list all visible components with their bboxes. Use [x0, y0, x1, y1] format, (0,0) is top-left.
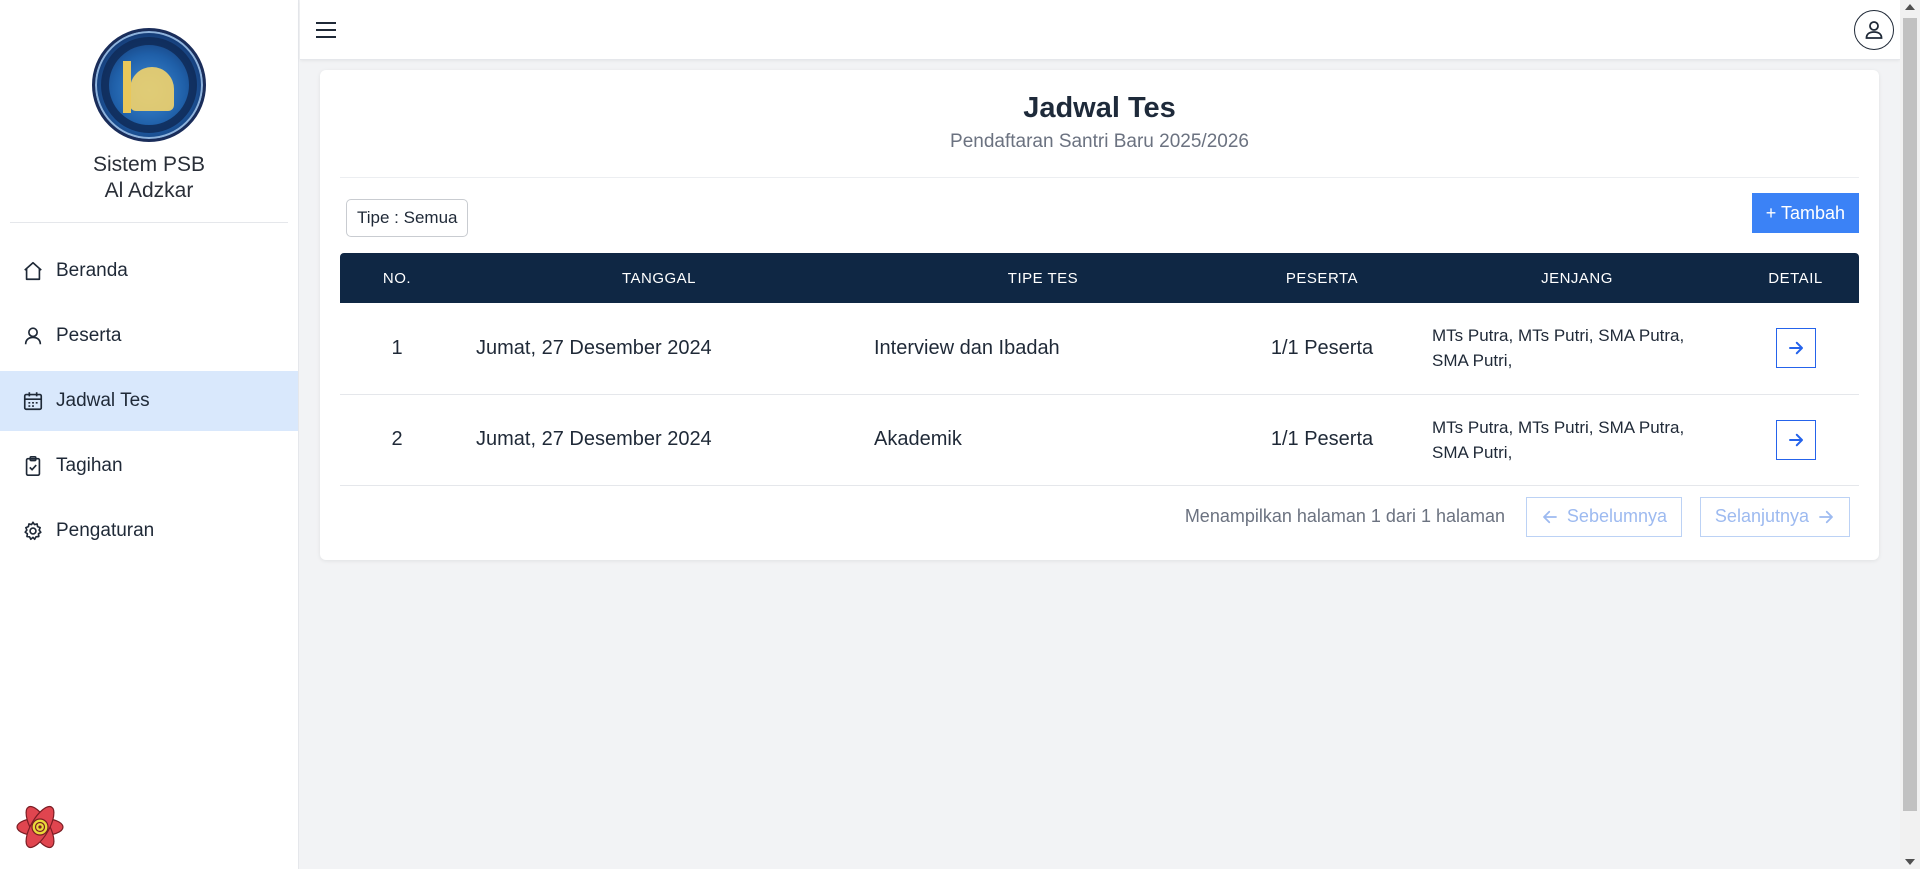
- table-row: 1 Jumat, 27 Desember 2024 Interview dan …: [340, 303, 1859, 394]
- pagination-info: Menampilkan halaman 1 dari 1 halaman: [1184, 505, 1505, 526]
- menu-icon[interactable]: [314, 18, 338, 42]
- cell-tipe-tes: Akademik: [874, 428, 962, 450]
- school-logo: [92, 28, 206, 142]
- sidebar: Sistem PSB Al Adzkar Beranda Peserta Jad…: [0, 0, 299, 869]
- column-header-peserta: PESERTA: [1285, 269, 1359, 287]
- schedule-table: NO. TANGGAL TIPE TES PESERTA JENJANG DET…: [340, 253, 1859, 486]
- scrollbar-thumb[interactable]: [1903, 18, 1917, 811]
- detail-button[interactable]: [1775, 328, 1816, 369]
- arrow-right-icon: [1819, 510, 1833, 523]
- sidebar-item-label: Jadwal Tes: [56, 390, 150, 411]
- brand-name: Sistem PSB Al Adzkar: [0, 152, 298, 204]
- arrow-left-icon: [1543, 510, 1557, 523]
- cell-peserta: 1/1 Peserta: [1270, 336, 1374, 359]
- sidebar-item-peserta[interactable]: Peserta: [0, 306, 298, 366]
- sidebar-item-beranda[interactable]: Beranda: [0, 241, 298, 301]
- brand: Sistem PSB Al Adzkar: [0, 0, 298, 204]
- scroll-down-arrow-icon[interactable]: [1905, 859, 1915, 865]
- sidebar-nav: Beranda Peserta Jadwal Tes Tagihan Penga…: [0, 241, 298, 561]
- react-devtools-icon[interactable]: [14, 801, 66, 853]
- column-header-jenjang: JENJANG: [1541, 269, 1613, 287]
- gear-icon: [22, 520, 44, 542]
- next-page-button[interactable]: Selanjutnya: [1699, 496, 1850, 537]
- type-filter-button[interactable]: Tipe : Semua: [346, 199, 469, 237]
- cell-detail: [1732, 303, 1859, 394]
- pagination: Menampilkan halaman 1 dari 1 halaman Seb…: [340, 486, 1859, 548]
- scroll-up-arrow-icon[interactable]: [1905, 4, 1915, 10]
- column-header-no: NO.: [382, 269, 412, 287]
- sidebar-item-pengaturan[interactable]: Pengaturan: [0, 501, 298, 561]
- column-header-tipe-tes: TIPE TES: [1007, 269, 1079, 287]
- topbar: [300, 0, 1900, 60]
- page-subtitle: Pendaftaran Santri Baru 2025/2026: [950, 131, 1249, 152]
- previous-page-button[interactable]: Sebelumnya: [1525, 496, 1682, 537]
- column-header-detail: DETAIL: [1768, 269, 1823, 287]
- sidebar-item-label: Peserta: [56, 325, 122, 346]
- column-header-tanggal: TANGGAL: [621, 269, 697, 287]
- vertical-scrollbar[interactable]: [1900, 0, 1920, 869]
- add-schedule-button[interactable]: + Tambah: [1751, 193, 1859, 233]
- arrow-right-icon: [1788, 342, 1803, 355]
- schedule-card: Jadwal Tes Pendaftaran Santri Baru 2025/…: [320, 70, 1879, 560]
- brand-line-1: Sistem PSB: [92, 153, 206, 176]
- clipboard-check-icon: [22, 455, 44, 477]
- user-avatar-icon[interactable]: [1854, 10, 1894, 50]
- previous-page-label: Sebelumnya: [1566, 506, 1667, 526]
- table-header-row: NO. TANGGAL TIPE TES PESERTA JENJANG DET…: [340, 253, 1859, 303]
- calendar-icon: [22, 390, 44, 412]
- cell-no: 1: [391, 336, 403, 359]
- sidebar-divider: [10, 222, 288, 223]
- table-row: 2 Jumat, 27 Desember 2024 Akademik 1/1 P…: [340, 394, 1859, 485]
- page-title: Jadwal Tes: [1023, 92, 1176, 124]
- arrow-right-icon: [1788, 433, 1803, 446]
- next-page-label: Selanjutnya: [1714, 506, 1809, 526]
- cell-peserta: 1/1 Peserta: [1270, 428, 1374, 450]
- home-icon: [22, 260, 44, 282]
- cell-jenjang: MTs Putra, MTs Putri, SMA Putra, SMA Put…: [1432, 326, 1685, 371]
- cell-tipe-tes: Interview dan Ibadah: [874, 336, 1060, 359]
- card-header: Jadwal Tes Pendaftaran Santri Baru 2025/…: [340, 70, 1859, 178]
- cell-tanggal: Jumat, 27 Desember 2024: [476, 428, 712, 450]
- cell-no: 2: [391, 428, 403, 450]
- cell-detail: [1732, 394, 1859, 485]
- detail-button[interactable]: [1775, 419, 1816, 460]
- cell-tanggal: Jumat, 27 Desember 2024: [476, 336, 712, 359]
- table-toolbar: Tipe : Semua + Tambah: [340, 178, 1859, 253]
- sidebar-item-tagihan[interactable]: Tagihan: [0, 436, 298, 496]
- user-icon: [22, 325, 44, 347]
- cell-jenjang: MTs Putra, MTs Putri, SMA Putra, SMA Put…: [1432, 417, 1685, 462]
- sidebar-item-label: Pengaturan: [56, 520, 155, 541]
- sidebar-item-label: Tagihan: [56, 455, 123, 476]
- brand-line-2: Al Adzkar: [104, 179, 194, 202]
- sidebar-item-label: Beranda: [56, 260, 128, 281]
- sidebar-item-jadwal-tes[interactable]: Jadwal Tes: [0, 371, 298, 431]
